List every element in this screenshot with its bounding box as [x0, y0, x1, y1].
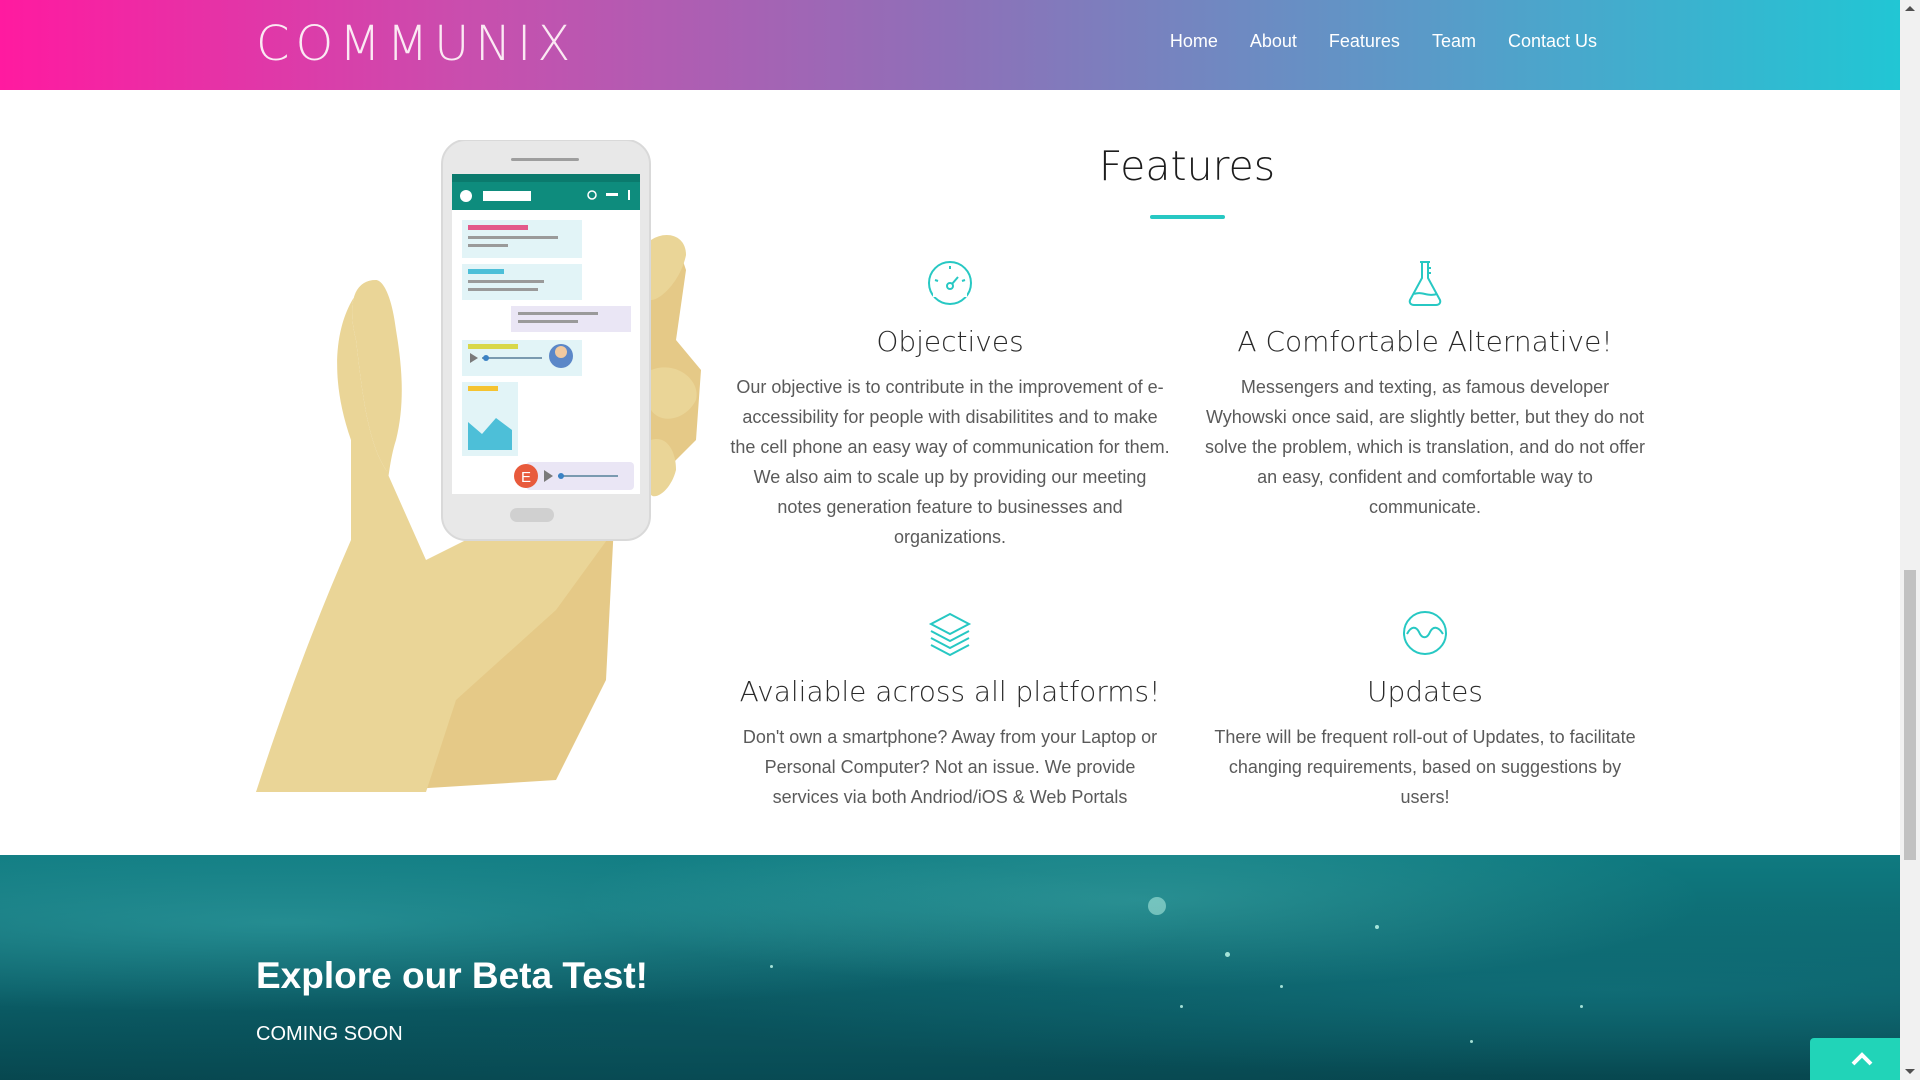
nav-team[interactable]: Team: [1416, 28, 1492, 54]
star-decoration: [1580, 1005, 1583, 1008]
nav-home[interactable]: Home: [1154, 28, 1234, 54]
back-to-top-button[interactable]: [1810, 1038, 1914, 1080]
beta-title: Explore our Beta Test!: [256, 955, 649, 996]
feature-comfortable-alternative: A Comfortable Alternative! Messengers an…: [1205, 258, 1645, 522]
scroll-up-arrow-icon[interactable]: [1900, 0, 1920, 17]
title-underline: [1150, 215, 1225, 219]
avatar-letter: E: [521, 469, 531, 486]
phone-in-hand-illustration: E: [256, 140, 701, 792]
scroll-down-arrow-icon[interactable]: [1900, 1063, 1920, 1080]
feature-title: Objectives: [876, 325, 1024, 358]
site-header: COMMUNIX Home About Features Team Contac…: [0, 0, 1900, 90]
feature-title: Updates: [1367, 675, 1483, 708]
feature-objectives: Objectives Our objective is to contribut…: [730, 258, 1170, 552]
main-nav: Home About Features Team Contact Us: [1154, 28, 1613, 54]
feature-updates: Updates There will be frequent roll-out …: [1205, 608, 1645, 812]
feature-text: Our objective is to contribute in the im…: [730, 377, 1170, 547]
star-decoration: [1280, 985, 1283, 988]
flask-icon: [1408, 261, 1442, 306]
feature-title: A Comfortable Alternative!: [1237, 325, 1613, 358]
feature-text: Messengers and texting, as famous develo…: [1205, 377, 1645, 517]
nav-features[interactable]: Features: [1313, 28, 1416, 54]
beta-subtitle: COMING SOON: [256, 1023, 403, 1045]
feature-text: Don't own a smartphone? Away from your L…: [742, 727, 1158, 807]
features-title: Features: [1098, 142, 1276, 190]
star-decoration: [1470, 1040, 1473, 1043]
star-decoration: [1375, 925, 1379, 929]
site-logo[interactable]: COMMUNIX: [256, 16, 576, 72]
speedometer-icon: [928, 261, 972, 305]
feature-text: There will be frequent roll-out of Updat…: [1214, 727, 1636, 807]
feature-title: Avaliable across all platforms!: [739, 675, 1161, 708]
star-decoration: [1148, 897, 1166, 915]
wave-circle-icon: [1403, 611, 1447, 655]
scrollbar-thumb[interactable]: [1904, 570, 1916, 860]
beta-section: Explore our Beta Test! COMING SOON: [0, 855, 1900, 1080]
chevron-up-icon: [1851, 1052, 1873, 1066]
star-decoration: [1225, 952, 1230, 957]
feature-platforms: Avaliable across all platforms! Don't ow…: [730, 608, 1170, 812]
star-decoration: [1180, 1005, 1183, 1008]
star-decoration: [770, 965, 773, 968]
features-section: E Features Objectives Our objective is t…: [0, 90, 1900, 855]
nav-contact-us[interactable]: Contact Us: [1492, 28, 1613, 54]
page-scrollbar[interactable]: [1900, 0, 1920, 1080]
nav-about[interactable]: About: [1234, 28, 1313, 54]
layers-icon: [928, 612, 972, 657]
